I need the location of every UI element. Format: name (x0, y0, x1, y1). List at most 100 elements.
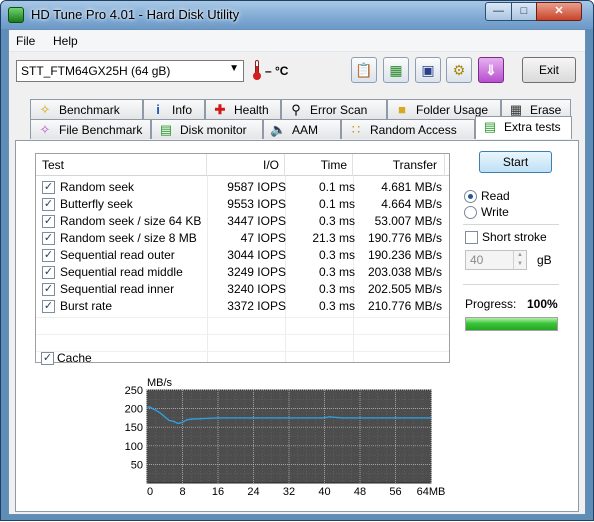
tab-aam[interactable]: 🔈 AAM (263, 119, 341, 139)
spin-down-icon[interactable]: ▼ (513, 260, 526, 269)
menu-help[interactable]: Help (53, 34, 78, 48)
progress-percent: 100% (527, 297, 558, 311)
short-stroke-checkbox[interactable] (465, 231, 478, 244)
table-row[interactable]: ✓ Random seek / size 8 MB 47 IOPS 21.3 m… (36, 230, 449, 247)
row-checkbox[interactable]: ✓ (42, 283, 55, 296)
tab-aam-label: AAM (292, 123, 319, 137)
copy-text-icon[interactable]: 📋 (351, 57, 377, 83)
tab-disk-monitor-label: Disk monitor (180, 123, 247, 137)
row-checkbox[interactable]: ✓ (42, 215, 55, 228)
tab-random-access-label: Random Access (370, 123, 457, 137)
options-icon[interactable]: ⚙ (446, 57, 472, 83)
close-button[interactable]: ✕ (536, 2, 582, 21)
column-transfer[interactable]: Transfer (353, 154, 445, 176)
row-checkbox[interactable]: ✓ (42, 181, 55, 194)
test-name: Sequential read outer (60, 248, 175, 262)
tab-info[interactable]: i Info (143, 99, 205, 119)
progress-label: Progress: (465, 297, 517, 311)
folder-icon: ■ (398, 102, 406, 117)
tab-health[interactable]: ✚ Health (205, 99, 281, 119)
start-button[interactable]: Start (479, 151, 552, 173)
test-name: Sequential read inner (60, 282, 175, 296)
tab-extra-tests[interactable]: ▤ Extra tests (475, 116, 572, 139)
download-icon[interactable]: ⇓ (478, 57, 504, 83)
bar-chart-icon: ▤ (159, 122, 173, 137)
test-time: 21.3 ms (312, 231, 355, 245)
random-dots-icon: ∷ (351, 122, 361, 137)
table-row[interactable]: ✓ Sequential read middle 3249 IOPS 0.3 m… (36, 264, 449, 281)
test-transfer: 4.664 MB/s (381, 197, 442, 211)
title-bar[interactable]: HD Tune Pro 4.01 - Hard Disk Utility — □… (1, 1, 593, 29)
tab-folder-usage-label: Folder Usage (416, 103, 489, 117)
short-stroke-spinner[interactable]: 40 ▲ ▼ (465, 250, 527, 270)
minimize-button[interactable]: — (485, 2, 512, 21)
table-row[interactable]: ✓ Random seek 9587 IOPS 0.1 ms 4.681 MB/… (36, 179, 449, 196)
test-name: Random seek (60, 180, 135, 194)
column-time[interactable]: Time (285, 154, 353, 176)
row-checkbox[interactable]: ✓ (42, 198, 55, 211)
column-io[interactable]: I/O (207, 154, 285, 176)
maximize-button[interactable]: □ (511, 2, 537, 21)
column-test[interactable]: Test (36, 154, 207, 176)
test-time: 0.3 ms (318, 214, 355, 228)
table-row[interactable]: ✓ Sequential read inner 3240 IOPS 0.3 ms… (36, 281, 449, 298)
write-label[interactable]: Write (481, 205, 509, 219)
short-stroke-value: 40 (470, 253, 484, 267)
row-checkbox[interactable]: ✓ (42, 232, 55, 245)
cache-label[interactable]: Cache (57, 351, 92, 365)
test-io: 47 IOPS (240, 231, 286, 245)
row-checkbox[interactable]: ✓ (42, 300, 55, 313)
test-transfer: 210.776 MB/s (367, 299, 442, 313)
tab-info-label: Info (172, 103, 193, 117)
chevron-down-icon: ▼ (229, 63, 239, 74)
speaker-icon: 🔈 (270, 122, 287, 137)
tab-benchmark-label: Benchmark (59, 103, 120, 117)
table-row[interactable]: ✓ Sequential read outer 3044 IOPS 0.3 ms… (36, 247, 449, 264)
test-time: 0.3 ms (318, 248, 355, 262)
tab-error-scan[interactable]: ⚲ Error Scan (281, 99, 387, 119)
tab-random-access[interactable]: ∷ Random Access (341, 119, 475, 139)
test-io: 3240 IOPS (227, 282, 286, 296)
info-icon: i (156, 102, 160, 117)
test-io: 9553 IOPS (227, 197, 286, 211)
short-stroke-unit: gB (537, 253, 552, 267)
tab-benchmark[interactable]: ✧ Benchmark (30, 99, 143, 119)
spin-up-icon[interactable]: ▲ (513, 251, 526, 260)
cache-checkbox[interactable]: ✓ (41, 352, 54, 365)
extra-tests-icon: ▤ (483, 119, 497, 134)
save-icon[interactable]: ▣ (415, 57, 441, 83)
test-time: 0.3 ms (318, 265, 355, 279)
test-io: 3447 IOPS (227, 214, 286, 228)
tab-disk-monitor[interactable]: ▤ Disk monitor (151, 119, 263, 139)
magnifier-icon: ⚲ (291, 102, 301, 117)
tab-file-benchmark[interactable]: ✧ File Benchmark (30, 119, 151, 139)
write-radio[interactable] (464, 206, 477, 219)
row-checkbox[interactable]: ✓ (42, 266, 55, 279)
exit-button[interactable]: Exit (522, 57, 576, 83)
progress-bar (465, 317, 558, 331)
test-transfer: 190.776 MB/s (367, 231, 442, 245)
test-name: Burst rate (60, 299, 113, 313)
app-window: HD Tune Pro 4.01 - Hard Disk Utility — □… (0, 0, 594, 521)
menu-file[interactable]: File (16, 34, 35, 48)
table-row[interactable]: ✓ Butterfly seek 9553 IOPS 0.1 ms 4.664 … (36, 196, 449, 213)
menu-bar: File Help (9, 30, 585, 52)
short-stroke-label[interactable]: Short stroke (482, 230, 547, 244)
test-transfer: 202.505 MB/s (367, 282, 442, 296)
row-checkbox[interactable]: ✓ (42, 249, 55, 262)
tab-file-benchmark-label: File Benchmark (59, 123, 143, 137)
read-radio[interactable] (464, 190, 477, 203)
copy-screenshot-icon[interactable]: ▦ (383, 57, 409, 83)
test-time: 0.3 ms (318, 282, 355, 296)
lightbulb-icon: ✧ (39, 102, 51, 117)
read-label[interactable]: Read (481, 189, 510, 203)
table-row[interactable]: ✓ Burst rate 3372 IOPS 0.3 ms 210.776 MB… (36, 298, 449, 315)
plus-cross-icon: ✚ (214, 102, 226, 117)
table-row[interactable]: ✓ Random seek / size 64 KB 3447 IOPS 0.3… (36, 213, 449, 230)
tab-health-label: Health (234, 103, 269, 117)
test-transfer: 190.236 MB/s (367, 248, 442, 262)
thermometer-icon (252, 59, 262, 81)
test-io: 3249 IOPS (227, 265, 286, 279)
test-transfer: 53.007 MB/s (374, 214, 442, 228)
drive-select[interactable]: STT_FTM64GX25H (64 gB) ▼ (16, 60, 244, 82)
